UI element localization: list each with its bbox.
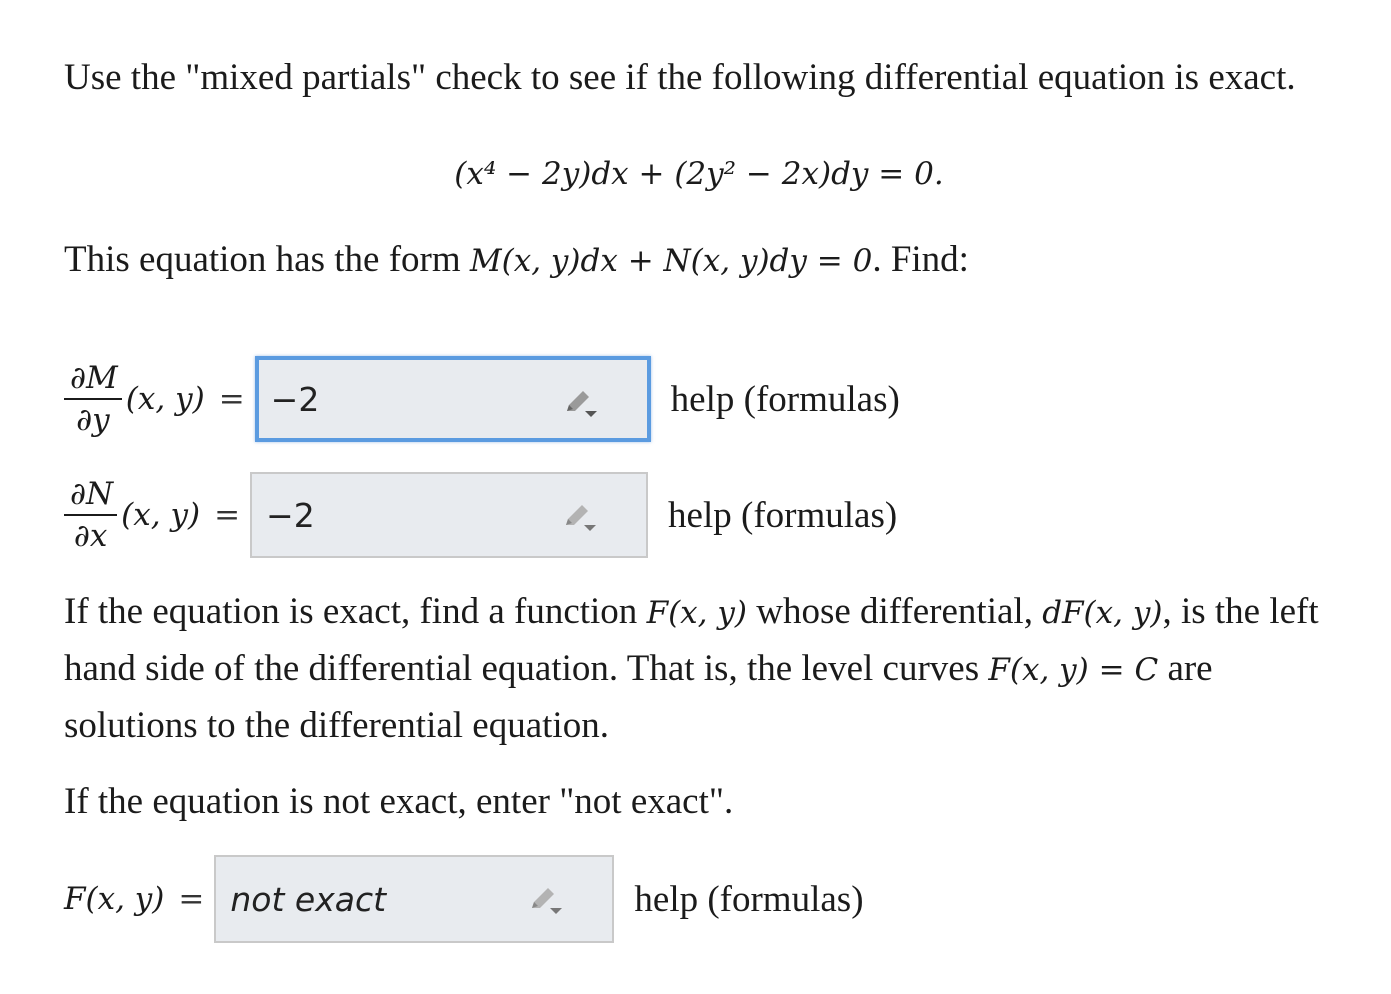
exact-instructions: If the equation is exact, find a functio… bbox=[64, 584, 1334, 754]
partial-m-fraction: ∂M ∂y bbox=[64, 358, 122, 440]
instr-math-df: dF(x, y) bbox=[1042, 595, 1163, 631]
f-answer-row: F(x, y) = not exact help (formulas) bbox=[64, 855, 864, 943]
f-input[interactable]: not exact bbox=[214, 855, 615, 943]
form-math: M(x, y)dx + N(x, y)dy = 0 bbox=[469, 243, 873, 279]
partial-n-numerator: ∂N bbox=[64, 474, 118, 516]
partial-m-value: −2 bbox=[270, 379, 320, 419]
partial-n-fraction: ∂N ∂x bbox=[64, 474, 118, 556]
partial-n-equals: = bbox=[214, 497, 241, 533]
f-equals: = bbox=[178, 881, 205, 917]
instr-text-a: If the equation is exact, find a functio… bbox=[64, 591, 647, 632]
form-sentence: This equation has the form M(x, y)dx + N… bbox=[64, 232, 1334, 289]
instr-text-b: whose differential, bbox=[746, 591, 1043, 632]
partial-m-row: ∂M ∂y (x, y) = −2 help (formulas) bbox=[64, 356, 900, 442]
f-label: F(x, y) bbox=[64, 881, 165, 917]
f-value: not exact bbox=[230, 879, 387, 919]
partial-m-input[interactable]: −2 bbox=[254, 356, 651, 442]
form-prefix: This equation has the form bbox=[64, 239, 470, 280]
partial-n-args: (x, y) bbox=[121, 497, 201, 533]
problem-text: Use the "mixed partials" check to see if… bbox=[64, 50, 1334, 289]
partial-m-denominator: ∂y bbox=[76, 402, 110, 438]
partial-n-value: −2 bbox=[266, 495, 315, 535]
partial-n-help-link[interactable]: help (formulas) bbox=[668, 494, 897, 537]
display-equation: (x⁴ − 2y)dx + (2y² − 2x)dy = 0. bbox=[454, 156, 944, 192]
f-help-link[interactable]: help (formulas) bbox=[634, 878, 863, 921]
form-suffix: . Find: bbox=[872, 239, 969, 280]
partial-n-denominator: ∂x bbox=[73, 518, 108, 554]
partial-m-help-link[interactable]: help (formulas) bbox=[671, 378, 900, 421]
partial-n-input[interactable]: −2 bbox=[250, 472, 649, 558]
pencil-icon[interactable] bbox=[528, 884, 564, 916]
intro-text: Use the "mixed partials" check to see if… bbox=[64, 57, 1296, 98]
partial-m-equals: = bbox=[218, 381, 245, 417]
partial-m-numerator: ∂M bbox=[64, 358, 122, 400]
pencil-icon[interactable] bbox=[563, 387, 599, 419]
partial-m-args: (x, y) bbox=[125, 381, 205, 417]
partial-n-row: ∂N ∂x (x, y) = −2 help (formulas) bbox=[64, 472, 897, 558]
not-exact-instructions: If the equation is not exact, enter "not… bbox=[64, 781, 734, 822]
pencil-icon[interactable] bbox=[562, 501, 598, 533]
instr-math-f: F(x, y) bbox=[646, 595, 747, 631]
instr-math-level: F(x, y) = C bbox=[988, 652, 1159, 688]
